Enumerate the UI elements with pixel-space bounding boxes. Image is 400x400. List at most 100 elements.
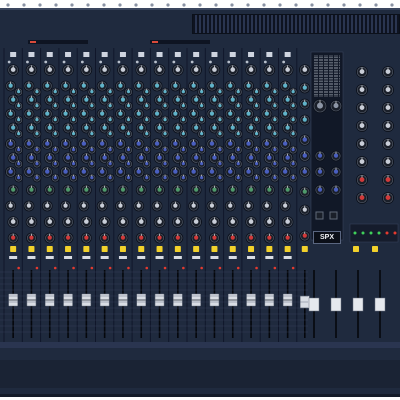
channel-knob [5, 200, 17, 212]
channel-knob-small [197, 159, 207, 169]
channel-knob [62, 184, 74, 196]
master-knob [356, 138, 368, 150]
channel-number-label [211, 52, 218, 57]
channel-knob [245, 216, 257, 228]
channel-number-label [83, 52, 90, 57]
channel-knob [282, 184, 294, 196]
master-knob [382, 102, 394, 114]
pan-knob [227, 232, 239, 244]
channel-knob-small [87, 129, 97, 139]
channel-knob [226, 216, 239, 228]
channel-knob-small [50, 87, 60, 97]
level-led [353, 231, 357, 235]
channel-knob [242, 166, 255, 178]
top-screw [70, 3, 74, 7]
channel-knob-small [124, 87, 133, 97]
channel-knob [281, 216, 294, 228]
channel-knob-small [215, 101, 225, 111]
channel-knob [208, 216, 221, 228]
channel-knob-small [215, 87, 225, 97]
master-knob [356, 66, 368, 78]
channel-knob [7, 216, 19, 228]
channel-knob-small [252, 87, 261, 97]
pan-knob [263, 232, 275, 244]
top-screw [182, 3, 186, 7]
effects-return-knob [330, 166, 342, 178]
channel-knob-small [105, 129, 115, 139]
on-button [284, 246, 291, 252]
channel-knob [188, 138, 200, 150]
channel-knob [169, 200, 181, 212]
input-switch [172, 60, 176, 64]
stereo-aux-knob [299, 150, 311, 162]
channel-knob [206, 108, 218, 120]
channel-knob [117, 216, 129, 228]
on-button [65, 246, 72, 252]
channel-knob [25, 216, 38, 228]
stereo-on-button [301, 246, 308, 252]
channel-knob [133, 80, 145, 92]
channel-knob [261, 166, 273, 178]
channel-knob-small [69, 87, 78, 97]
channel-knob [281, 64, 294, 76]
channel-knob [190, 184, 202, 196]
mixer-controls-layer [0, 3, 400, 388]
channel-knob-small [252, 173, 261, 183]
channel-knob [41, 108, 53, 120]
channel-knob [261, 200, 273, 212]
channel-knob [60, 108, 71, 120]
channel-knob-small [233, 115, 243, 125]
pan-knob [245, 232, 257, 244]
channel-knob-small [124, 173, 133, 183]
input-switch [190, 60, 194, 64]
channel-knob-small [50, 115, 60, 125]
channel-mute-label [45, 256, 54, 259]
channel-knob [206, 80, 218, 92]
channel-mute-label [283, 256, 292, 259]
channel-knob [23, 80, 35, 92]
channel-knob-small [142, 159, 152, 169]
channel-knob-small [105, 115, 115, 125]
input-switch [135, 60, 139, 64]
input-switch [117, 60, 121, 64]
stereo-eq-knob [299, 114, 311, 126]
channel-knob-small [288, 159, 298, 169]
channel-knob-small [142, 115, 152, 125]
channel-knob [7, 64, 19, 76]
channel-knob [5, 166, 17, 178]
on-button [248, 246, 255, 252]
channel-knob [59, 166, 72, 178]
channel-number-label [10, 52, 17, 57]
channel-knob-small [50, 173, 60, 183]
pan-knob [282, 232, 294, 244]
channel-knob-small [288, 101, 298, 111]
channel-knob-small [252, 101, 261, 111]
level-led [369, 231, 373, 235]
level-led [361, 231, 365, 235]
channel-knob [117, 64, 129, 76]
channel-knob-small [252, 129, 261, 139]
master-knob [356, 156, 368, 168]
channel-knob-small [288, 115, 298, 125]
stereo-gain-knob [299, 64, 311, 76]
channel-knob [60, 200, 71, 212]
channel-knob [226, 64, 239, 76]
channel-knob [263, 216, 276, 228]
channel-knob-small [142, 101, 152, 111]
channel-knob-small [233, 173, 243, 183]
input-switch [154, 60, 157, 64]
pan-knob [154, 232, 165, 244]
channel-knob-small [197, 87, 207, 97]
effects-program-knob [312, 98, 328, 114]
channel-knob [99, 184, 111, 196]
bottom-label-strip [0, 342, 400, 348]
channel-header-bar [28, 40, 88, 44]
channel-knob [60, 80, 71, 92]
channel-knob [263, 184, 275, 196]
channel-knob-small [50, 159, 60, 169]
master-fader-cap [308, 297, 320, 312]
channel-knob [172, 64, 184, 76]
peak-led [218, 266, 222, 270]
pan-knob [190, 232, 202, 244]
effects-return-knob [314, 184, 326, 196]
